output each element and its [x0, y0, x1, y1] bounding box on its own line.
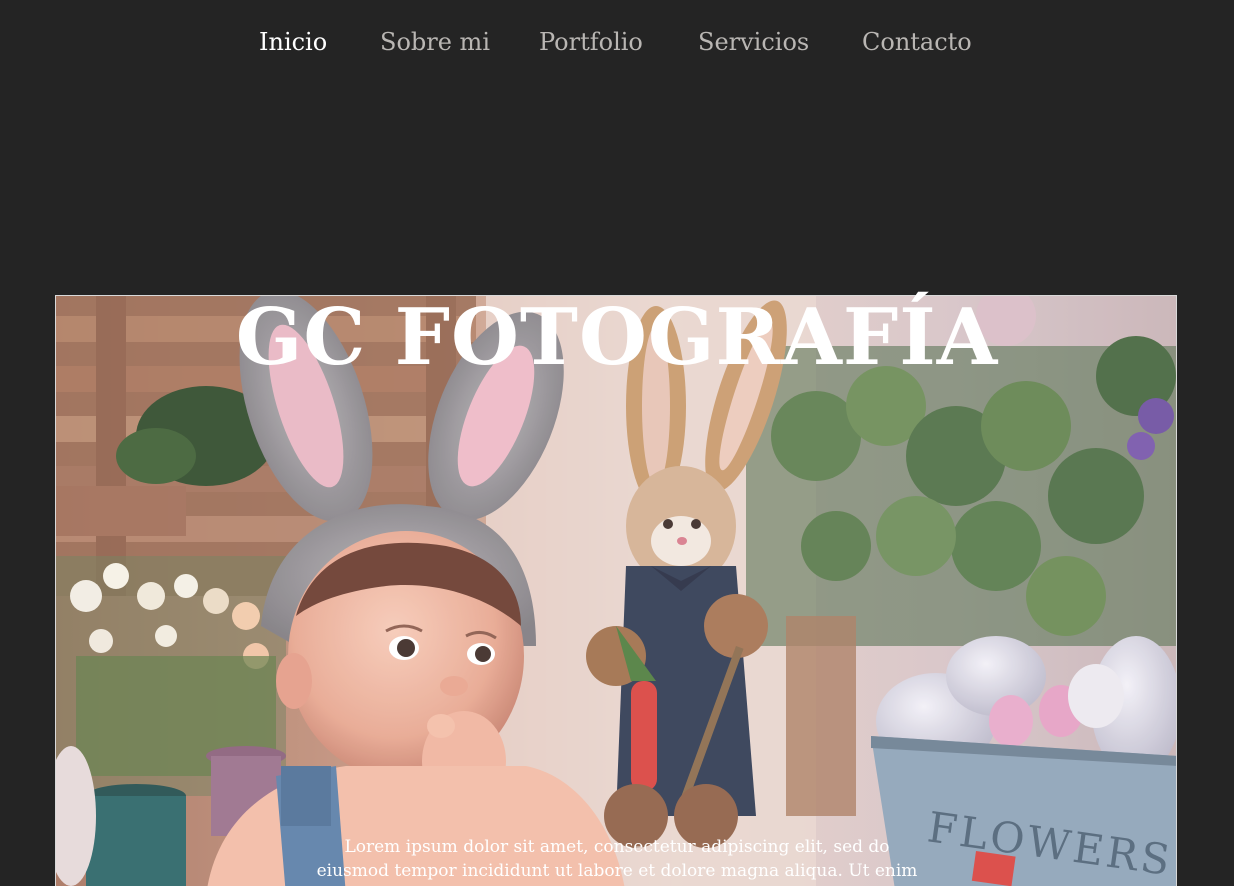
nav-item-servicios[interactable]: Servicios [698, 24, 809, 60]
nav-item-portfolio[interactable]: Portfolio [539, 24, 643, 60]
hero-description: Lorem ipsum dolor sit amet, consectetur … [316, 837, 918, 886]
nav-item-sobre-mi[interactable]: Sobre mi [380, 24, 490, 60]
page-title: GC FOTOGRAFÍA [235, 292, 999, 384]
nav-item-inicio[interactable]: Inicio [259, 24, 327, 60]
nav-item-contacto[interactable]: Contacto [862, 24, 972, 60]
main-nav: Inicio Sobre mi Portfolio Servicios Cont… [0, 24, 1234, 64]
page: Inicio Sobre mi Portfolio Servicios Cont… [0, 0, 1234, 886]
